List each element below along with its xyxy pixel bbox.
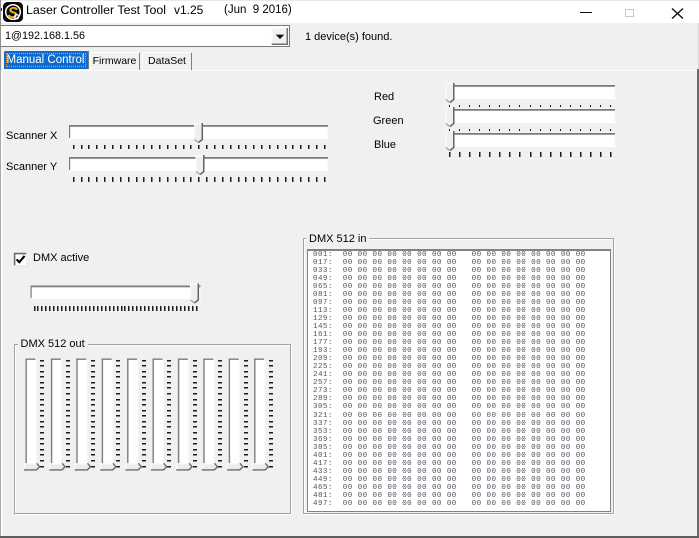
svg-text:c: c: [14, 12, 20, 22]
